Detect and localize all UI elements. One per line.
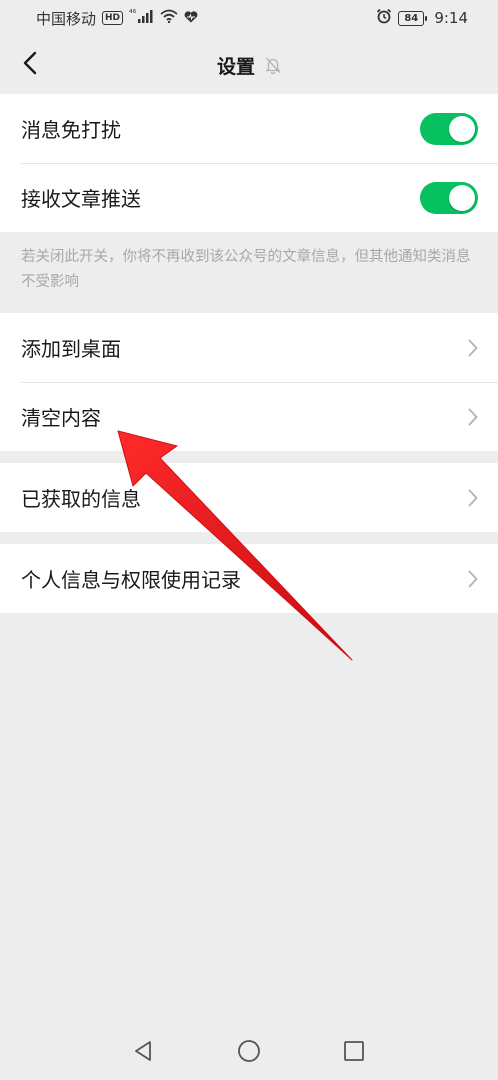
clock-time: 9:14 [434, 9, 468, 27]
status-left: 中国移动 HD ⁴⁶ [36, 8, 198, 29]
cell-label: 添加到桌面 [21, 337, 121, 361]
content-actions-group: 添加到桌面 清空内容 [0, 313, 498, 451]
heart-icon [184, 9, 198, 27]
status-bar: 中国移动 HD ⁴⁶ 84 9:14 [0, 0, 498, 36]
nav-back-button[interactable] [130, 1040, 156, 1066]
system-nav-bar [0, 1022, 498, 1080]
cell-label: 接收文章推送 [21, 187, 141, 211]
wifi-icon [160, 9, 178, 27]
alarm-icon [376, 8, 392, 28]
chevron-right-icon [468, 570, 478, 588]
obtained-info-group: 已获取的信息 [0, 463, 498, 532]
cell-obtained-info[interactable]: 已获取的信息 [0, 463, 498, 532]
chevron-right-icon [468, 408, 478, 426]
status-right: 84 9:14 [376, 8, 468, 28]
circle-home-icon [237, 1039, 261, 1067]
toggle-knob [449, 115, 475, 142]
nav-bar: 设置 [0, 36, 498, 94]
cell-add-to-desktop[interactable]: 添加到桌面 [0, 313, 498, 382]
cell-receive-article-push[interactable]: 接收文章推送 [0, 163, 498, 232]
do-not-disturb-toggle[interactable] [420, 112, 478, 145]
battery-level: 84 [404, 12, 419, 24]
signal-icon [138, 9, 154, 27]
hd-badge: HD [102, 11, 124, 25]
nav-recents-button[interactable] [341, 1040, 367, 1066]
cell-label: 已获取的信息 [21, 487, 141, 511]
bell-off-icon [265, 56, 281, 74]
chevron-right-icon [468, 339, 478, 357]
triangle-back-icon [132, 1040, 154, 1066]
battery-icon: 84 [398, 10, 428, 26]
article-push-toggle[interactable] [420, 181, 478, 214]
nav-home-button[interactable] [236, 1040, 262, 1066]
cell-clear-content[interactable]: 清空内容 [0, 382, 498, 451]
back-arrow-icon [23, 51, 37, 79]
network-type: ⁴⁶ [129, 9, 137, 19]
chevron-right-icon [468, 489, 478, 507]
cell-privacy-usage-records[interactable]: 个人信息与权限使用记录 [0, 544, 498, 613]
notification-settings-group: 消息免打扰 接收文章推送 [0, 94, 498, 232]
privacy-records-group: 个人信息与权限使用记录 [0, 544, 498, 613]
cell-do-not-disturb[interactable]: 消息免打扰 [0, 94, 498, 163]
square-recents-icon [343, 1040, 365, 1066]
cell-label: 消息免打扰 [21, 118, 121, 142]
article-push-hint: 若关闭此开关，你将不再收到该公众号的文章信息，但其他通知类消息不受影响 [21, 249, 471, 290]
page-title: 设置 [216, 55, 255, 78]
carrier-name: 中国移动 [36, 9, 97, 28]
cell-label: 个人信息与权限使用记录 [21, 568, 241, 592]
cell-label: 清空内容 [21, 406, 101, 430]
back-button[interactable] [14, 49, 46, 81]
toggle-knob [449, 184, 475, 211]
settings-screen: 中国移动 HD ⁴⁶ 84 9:14 设置 消息免打扰 接收文章推送 若关闭此开… [0, 0, 498, 1080]
